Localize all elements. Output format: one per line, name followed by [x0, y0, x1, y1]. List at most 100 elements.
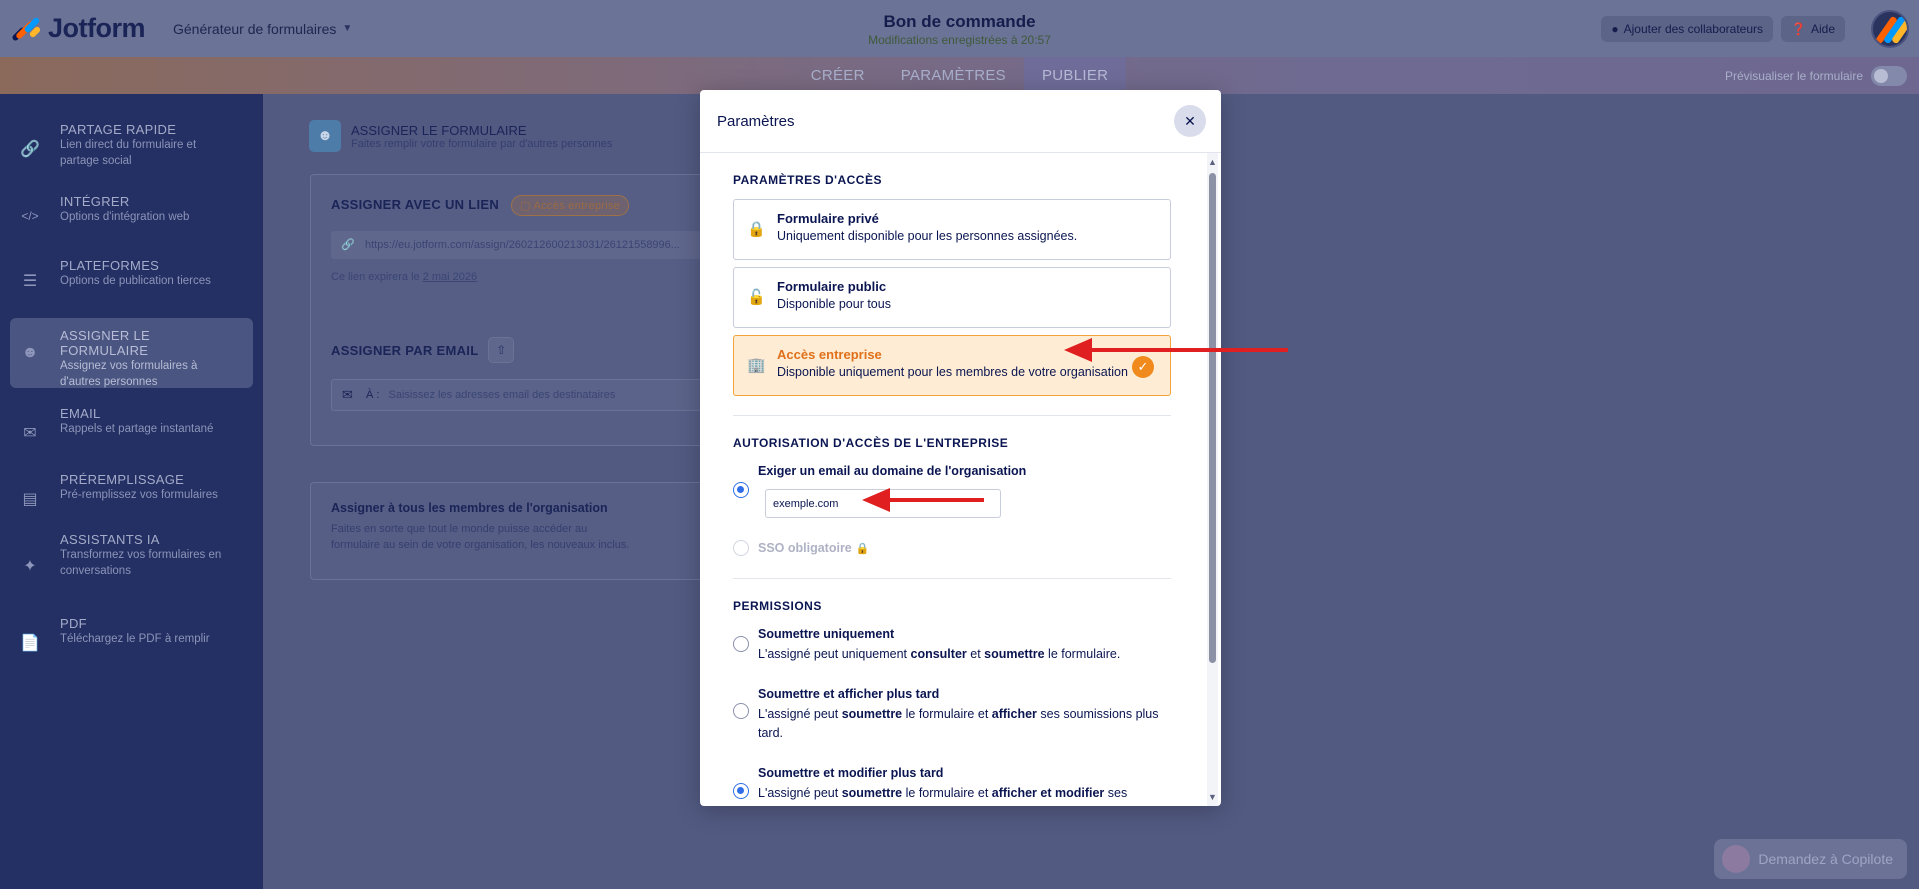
expiry-prefix: Ce lien expirera le	[331, 271, 420, 283]
builder-label: Générateur de formulaires	[173, 20, 337, 37]
sso-required-radio	[733, 540, 749, 556]
permission-title: Soumettre uniquement	[758, 627, 895, 641]
permission-desc: L'assigné peut soumettre le formulaire e…	[758, 784, 1168, 803]
preview-toggle[interactable]	[1871, 65, 1907, 86]
permission-submit-edit-label: Soumettre et modifier plus tard L'assign…	[758, 766, 1168, 803]
access-option-desc: Disponible pour tous	[777, 297, 891, 311]
enterprise-tag: ▢ Accès entreprise	[511, 195, 630, 216]
sidebar-item-integrer[interactable]: </> INTÉGRER Options d'intégration web	[10, 188, 253, 244]
builder-dropdown[interactable]: Générateur de formulaires ▼	[173, 21, 352, 37]
assign-link-field[interactable]: 🔗 https://eu.jotform.com/assign/26021260…	[331, 231, 701, 259]
permission-submit-only-label: Soumettre uniquement L'assigné peut uniq…	[758, 627, 1168, 664]
permission-desc-text: le formulaire et	[902, 786, 992, 800]
sidebar-item-assigner[interactable]: ☻ ASSIGNER LE FORMULAIRE Assignez vos fo…	[10, 318, 253, 388]
publish-sidebar: 🔗 PARTAGE RAPIDE Lien direct du formulai…	[0, 94, 263, 889]
link-icon: 🔗	[20, 141, 40, 158]
top-header: Jotform Générateur de formulaires ▼ Bon …	[0, 0, 1919, 57]
permission-desc-text: et	[966, 647, 985, 661]
expiry-date-link[interactable]: 2 mai 2026	[423, 271, 477, 283]
sidebar-item-desc: Options d'intégration web	[60, 211, 190, 223]
tab-creer[interactable]: CRÉER	[793, 57, 883, 94]
permission-submit-only-radio[interactable]	[733, 636, 749, 652]
link-section-title: ASSIGNER AVEC UN LIEN ▢ Accès entreprise	[331, 195, 630, 216]
scroll-thumb[interactable]	[1209, 173, 1216, 663]
sso-required-label: SSO obligatoire 🔒	[758, 541, 1168, 555]
tab-publier[interactable]: PUBLIER	[1023, 57, 1127, 94]
email-section-title: ASSIGNER PAR EMAIL ⇧	[331, 337, 515, 363]
permission-submit-edit-radio[interactable]	[733, 783, 749, 799]
modal-header: Paramètres	[700, 90, 1221, 153]
layers-icon: ☰	[22, 273, 38, 290]
sidebar-item-title: PLATEFORMES	[60, 258, 160, 273]
auth-section-title: AUTORISATION D'ACCÈS DE L'ENTREPRISE	[733, 436, 1009, 450]
tab-parametres[interactable]: PARAMÈTRES	[883, 57, 1024, 94]
sidebar-item-desc: Options de publication tierces	[60, 275, 211, 287]
lock-icon: 🔒	[855, 543, 870, 555]
scroll-up-icon[interactable]: ▲	[1208, 157, 1217, 167]
access-option-title: Accès entreprise	[777, 347, 882, 362]
org-assign-card[interactable]: Assigner à tous les membres de l'organis…	[310, 482, 750, 580]
permission-submit-view-radio[interactable]	[733, 703, 749, 719]
check-icon: ✓	[1132, 356, 1154, 378]
org-desc-line-1: Faites en sorte que tout le monde puisse…	[331, 523, 588, 535]
sidebar-item-assistants-ia[interactable]: ✦ ASSISTANTS IA Transformez vos formulai…	[10, 532, 253, 602]
sidebar-item-pdf[interactable]: 📄 PDF Téléchargez le PDF à remplir	[10, 616, 253, 672]
modal-scrollbar[interactable]: ▲ ▼	[1207, 153, 1218, 806]
permission-desc-text: le formulaire et	[902, 707, 992, 721]
pdf-icon: 📄	[20, 635, 40, 652]
tabs-bar: CRÉER PARAMÈTRES PUBLIER Prévisualiser l…	[0, 57, 1919, 94]
user-icon: ●	[1611, 21, 1619, 36]
help-icon: ❓	[1791, 21, 1806, 36]
avatar[interactable]	[1871, 9, 1909, 48]
scroll-down-icon[interactable]: ▼	[1208, 792, 1217, 802]
modal-body: PARAMÈTRES D'ACCÈS 🔒 Formulaire privé Un…	[700, 153, 1205, 806]
permission-desc-bold: consulter	[910, 647, 967, 661]
access-option-enterprise[interactable]: 🏢 Accès entreprise Disponible uniquement…	[733, 335, 1171, 396]
sidebar-item-title: PRÉREMPLISSAGE	[60, 472, 185, 487]
close-icon[interactable]: ✕	[1174, 105, 1206, 137]
sidebar-item-title: PDF	[60, 616, 87, 631]
require-domain-email-label: Exiger un email au domaine de l'organisa…	[758, 464, 1168, 478]
add-collaborators-button[interactable]: ● Ajouter des collaborateurs	[1601, 15, 1774, 42]
sidebar-item-partage-rapide[interactable]: 🔗 PARTAGE RAPIDE Lien direct du formulai…	[10, 122, 253, 178]
access-option-title: Formulaire public	[777, 279, 887, 294]
preview-toggle-area: Prévisualiser le formulaire	[1725, 57, 1907, 94]
modal-title: Paramètres	[717, 112, 795, 130]
sidebar-item-desc: Transformez vos formulaires en conversat…	[60, 549, 222, 577]
mail-icon: ✉	[342, 387, 353, 402]
assign-users-icon: ☻	[309, 120, 341, 152]
sidebar-item-email[interactable]: ✉ EMAIL Rappels et partage instantané	[10, 406, 253, 462]
email-section-label: ASSIGNER PAR EMAIL	[331, 342, 479, 358]
sidebar-item-title: INTÉGRER	[60, 194, 130, 209]
building-icon: 🏢	[747, 357, 766, 374]
require-domain-email-radio[interactable]	[733, 482, 749, 498]
lock-icon: 🔒	[747, 221, 766, 238]
prefill-icon: ▤	[22, 491, 38, 508]
copilot-label: Demandez à Copilote	[1758, 851, 1893, 867]
help-button[interactable]: ❓ Aide	[1781, 15, 1845, 42]
sidebar-item-preremplissage[interactable]: ▤ PRÉREMPLISSAGE Pré-remplissez vos form…	[10, 472, 253, 528]
org-assign-title: Assigner à tous les membres de l'organis…	[331, 501, 608, 515]
link-icon: 🔗	[341, 239, 355, 251]
permission-title: Soumettre et afficher plus tard	[758, 687, 940, 701]
email-recipients-input[interactable]: ✉ À : Saisissez les adresses email des d…	[331, 379, 701, 411]
jotform-logo[interactable]: Jotform	[11, 13, 146, 44]
email-placeholder: Saisissez les adresses email des destina…	[388, 389, 616, 401]
upload-icon[interactable]: ⇧	[488, 337, 515, 363]
access-option-private[interactable]: 🔒 Formulaire privé Uniquement disponible…	[733, 199, 1171, 260]
assign-card: ASSIGNER AVEC UN LIEN ▢ Accès entreprise…	[310, 174, 750, 446]
sidebar-item-desc: Pré-remplissez vos formulaires	[60, 489, 218, 501]
sidebar-item-desc: Téléchargez le PDF à remplir	[60, 633, 210, 645]
assign-desc: Faites remplir votre formulaire par d'au…	[351, 137, 613, 150]
domain-input[interactable]	[765, 489, 1001, 518]
header-actions: ● Ajouter des collaborateurs ❓ Aide	[1593, 0, 1919, 57]
sso-required-title: SSO obligatoire	[758, 541, 852, 555]
access-option-public[interactable]: 🔓 Formulaire public Disponible pour tous	[733, 267, 1171, 328]
permission-desc-bold: afficher	[991, 707, 1037, 721]
copilot-avatar-icon	[1722, 845, 1751, 873]
settings-modal: Paramètres ✕ PARAMÈTRES D'ACCÈS 🔒 Formul…	[700, 90, 1221, 806]
sparkle-icon: ✦	[23, 558, 37, 575]
sidebar-item-plateformes[interactable]: ☰ PLATEFORMES Options de publication tie…	[10, 254, 253, 310]
copilot-button[interactable]: Demandez à Copilote	[1714, 839, 1907, 879]
mail-icon: ✉	[23, 425, 37, 442]
